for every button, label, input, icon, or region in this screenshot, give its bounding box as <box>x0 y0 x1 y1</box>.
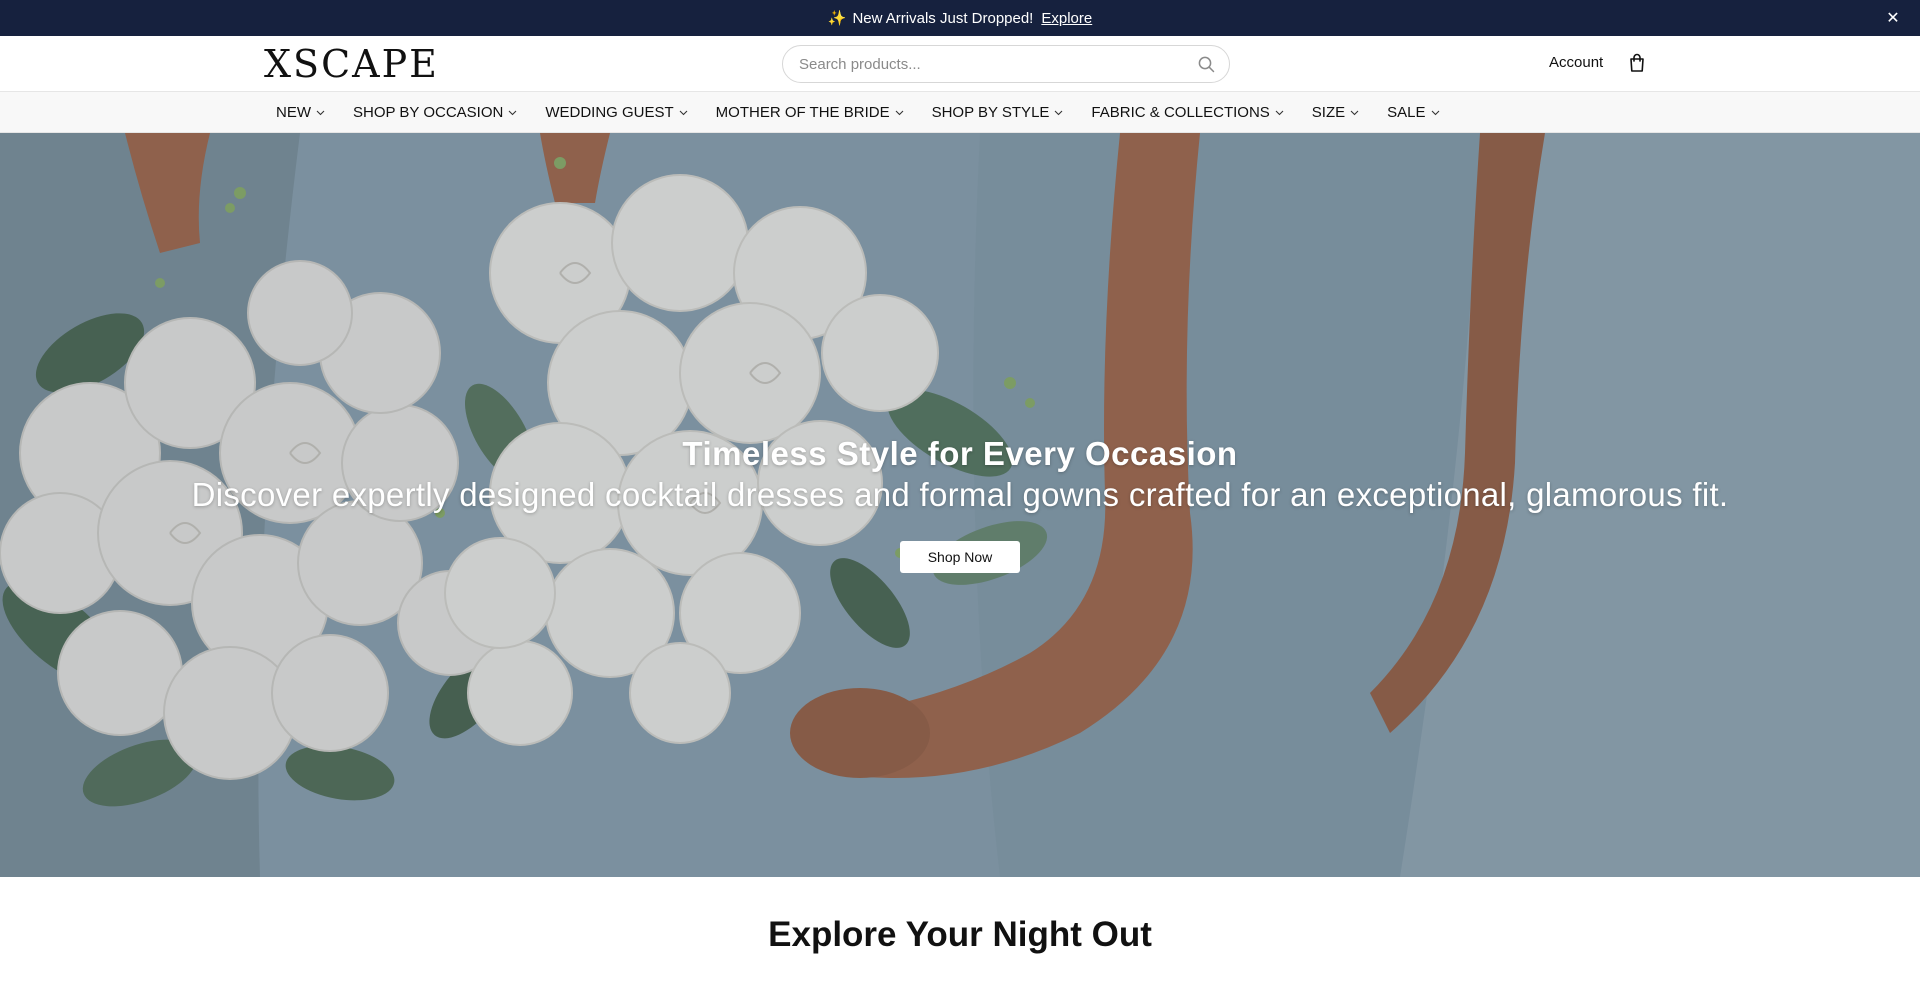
nav-item-label: SALE <box>1387 104 1426 121</box>
nav-item-mother-of-the-bride[interactable]: MOTHER OF THE BRIDE <box>716 104 904 121</box>
search-bar[interactable] <box>782 45 1230 83</box>
sparkles-icon: ✨ <box>827 10 847 27</box>
chevron-down-icon <box>895 108 904 117</box>
shopping-bag-icon[interactable] <box>1628 53 1648 73</box>
nav-item-label: FABRIC & COLLECTIONS <box>1091 104 1270 121</box>
announcement-bar: ✨ New Arrivals Just Dropped! Explore ✕ <box>0 0 1920 36</box>
search-icon[interactable] <box>1197 55 1215 73</box>
chevron-down-icon <box>1275 108 1284 117</box>
nav-item-shop-by-occasion[interactable]: SHOP BY OCCASION <box>353 104 517 121</box>
hero-title: Timeless Style for Every Occasion <box>682 435 1238 472</box>
chevron-down-icon <box>1431 108 1440 117</box>
nav-item-label: NEW <box>276 104 311 121</box>
account-link[interactable]: Account <box>1549 54 1603 71</box>
chevron-down-icon <box>508 108 517 117</box>
nav-item-label: MOTHER OF THE BRIDE <box>715 104 890 121</box>
site-header: XSCAPE Account <box>0 36 1920 92</box>
nav-item-shop-by-style[interactable]: SHOP BY STYLE <box>932 104 1064 121</box>
announcement-text: New Arrivals Just Dropped! <box>852 9 1034 27</box>
search-input[interactable] <box>799 55 1197 73</box>
chevron-down-icon <box>316 108 325 117</box>
nav-item-sale[interactable]: SALE <box>1387 104 1439 121</box>
close-icon[interactable]: ✕ <box>1882 7 1904 29</box>
hero-banner: Timeless Style for Every Occasion Discov… <box>0 133 1920 877</box>
main-nav: NEW SHOP BY OCCASION WEDDING GUEST MOTHE… <box>0 92 1920 133</box>
shop-now-button[interactable]: Shop Now <box>900 541 1020 573</box>
nav-item-label: SHOP BY STYLE <box>931 104 1050 121</box>
section-title: Explore Your Night Out <box>768 915 1152 954</box>
nav-item-label: SHOP BY OCCASION <box>353 104 504 121</box>
nav-item-label: WEDDING GUEST <box>545 104 674 121</box>
nav-item-wedding-guest[interactable]: WEDDING GUEST <box>545 104 688 121</box>
explore-link[interactable]: Explore <box>1041 10 1092 27</box>
nav-item-label: SIZE <box>1311 104 1346 121</box>
logo[interactable]: XSCAPE <box>264 44 439 84</box>
chevron-down-icon <box>1054 108 1063 117</box>
nav-item-fabric-collections[interactable]: FABRIC & COLLECTIONS <box>1091 104 1284 121</box>
nav-item-new[interactable]: NEW <box>276 104 325 121</box>
hero-subtitle: Discover expertly designed cocktail dres… <box>191 476 1729 513</box>
chevron-down-icon <box>679 108 688 117</box>
chevron-down-icon <box>1350 108 1359 117</box>
nav-item-size[interactable]: SIZE <box>1312 104 1359 121</box>
